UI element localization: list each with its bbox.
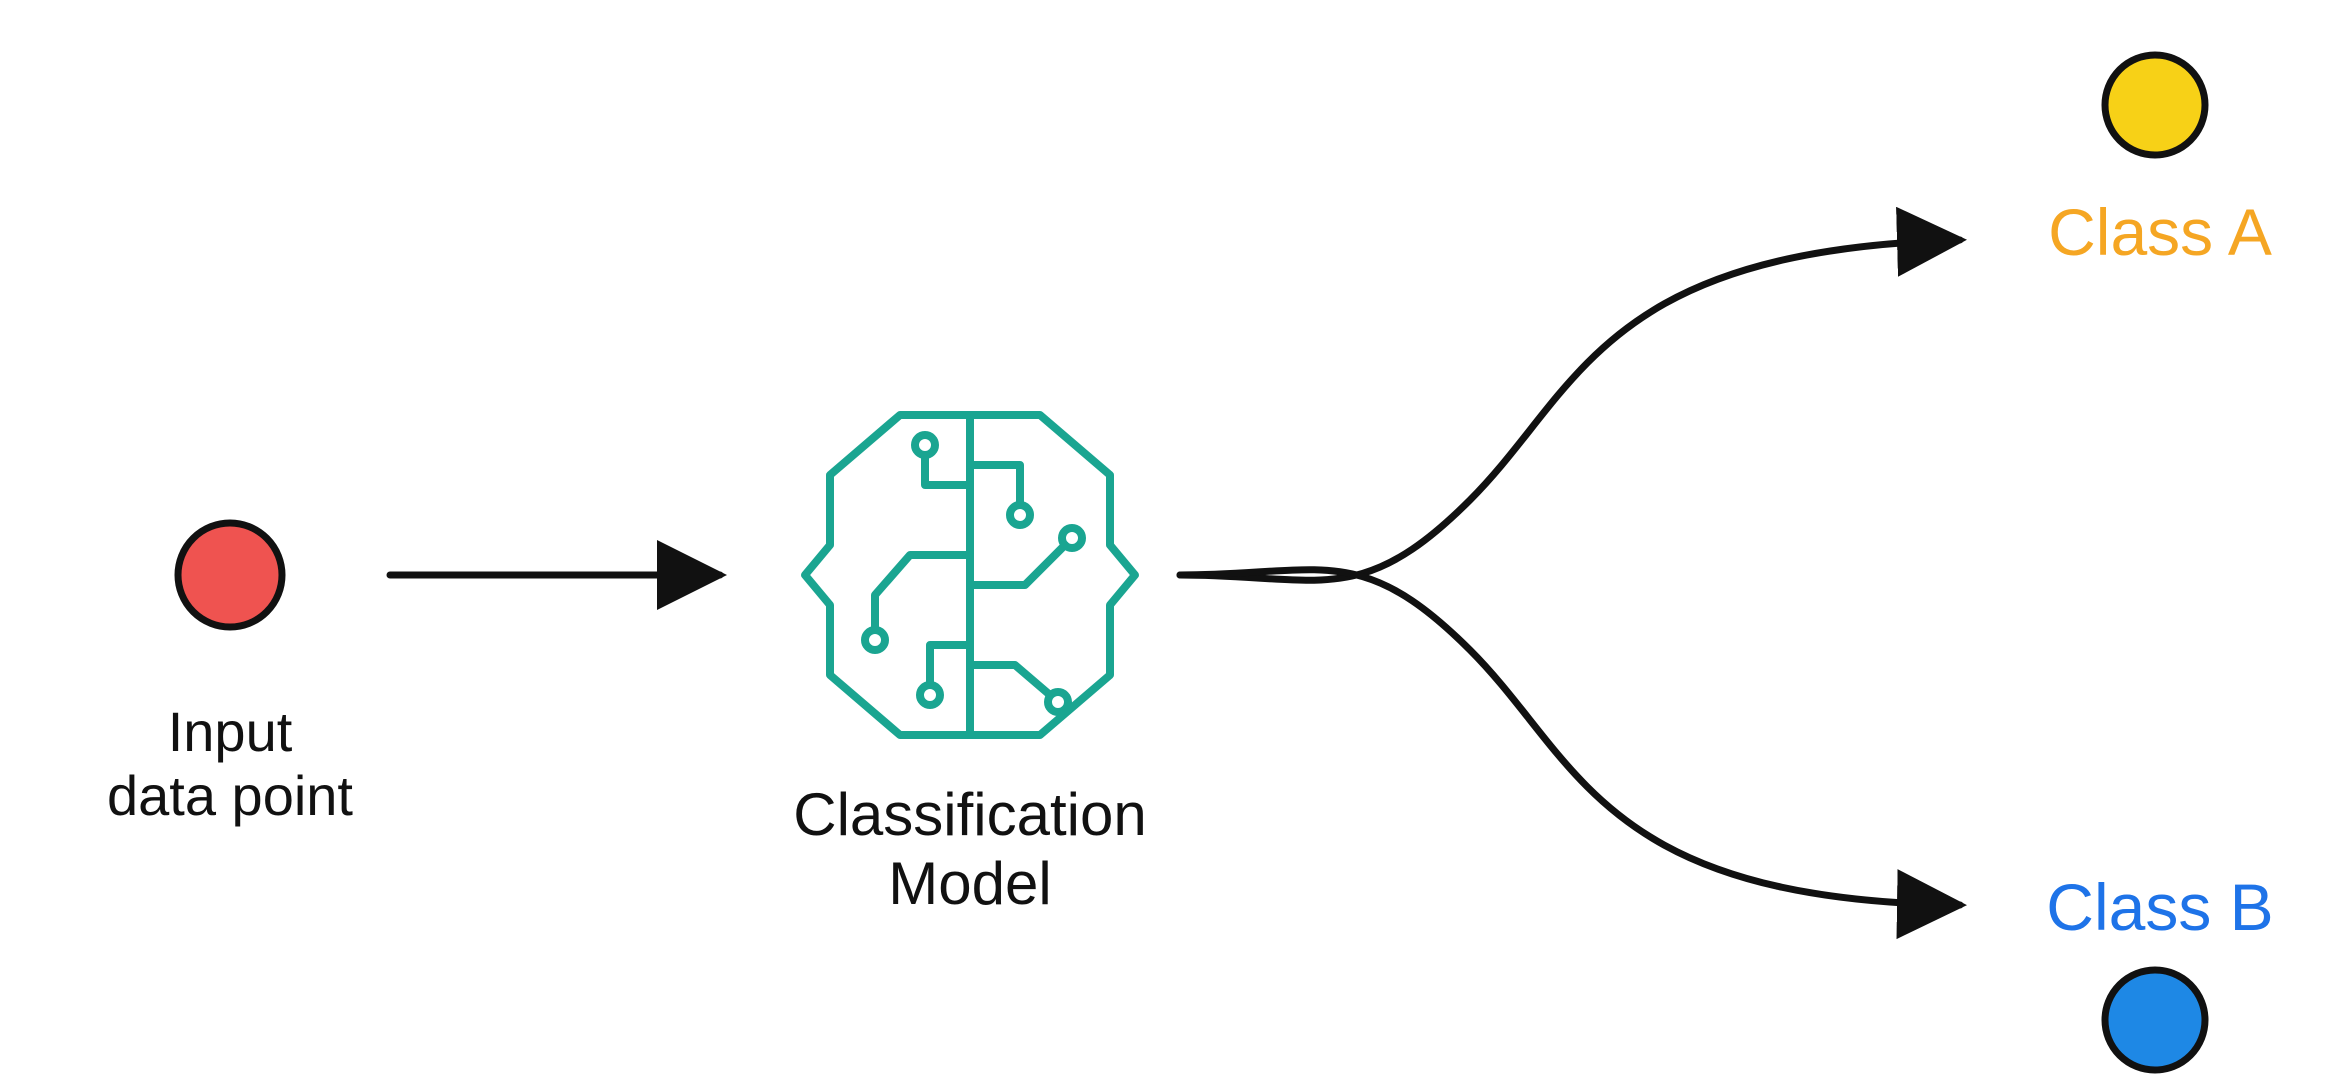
brain-icon: [805, 415, 1135, 735]
class-b-dot: [2105, 970, 2205, 1070]
input-label-line2: data point: [107, 764, 353, 827]
input-label-line1: Input: [168, 700, 293, 763]
model-label-line1: Classification: [793, 781, 1146, 848]
diagram-canvas: Input data point Classification Model Cl…: [0, 0, 2350, 1091]
model-label-line2: Model: [888, 850, 1051, 917]
input-dot: [178, 523, 282, 627]
arrow-model-to-class-a: [1180, 240, 1960, 580]
model-label: Classification Model: [720, 780, 1220, 918]
input-label: Input data point: [30, 700, 430, 829]
class-a-label: Class A: [2000, 195, 2320, 271]
connections-layer: [0, 0, 2350, 1091]
arrow-model-to-class-b: [1180, 570, 1960, 905]
class-a-dot: [2105, 55, 2205, 155]
class-b-label: Class B: [2000, 870, 2320, 946]
